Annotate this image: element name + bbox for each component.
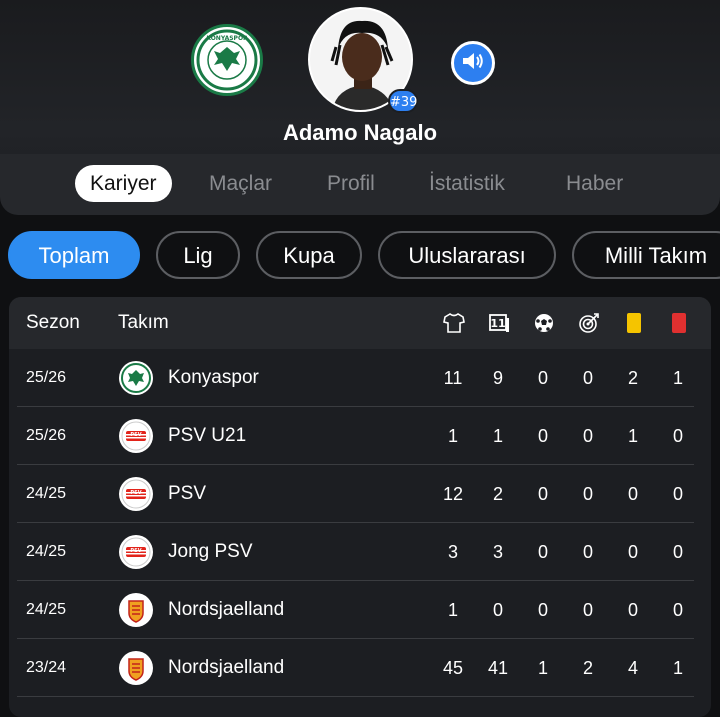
row-stat-substitution: 41 bbox=[487, 658, 509, 678]
row-stat-target: 2 bbox=[582, 658, 593, 678]
tab-profil[interactable]: Profil bbox=[327, 165, 375, 202]
row-stat-red-card: 1 bbox=[672, 368, 683, 388]
substitution-icon: 11 bbox=[488, 312, 510, 334]
row-stat-ball: 0 bbox=[537, 542, 548, 562]
row-stat-jersey: 1 bbox=[447, 426, 458, 446]
filter-kupa[interactable]: Kupa bbox=[256, 231, 362, 279]
row-stat-substitution: 1 bbox=[492, 426, 503, 446]
psv-crest-icon: PSV bbox=[119, 419, 153, 453]
row-stat-jersey: 1 bbox=[447, 600, 458, 620]
row-stat-substitution: 2 bbox=[492, 484, 503, 504]
konyaspor-crest-icon[interactable]: KONYASPOR bbox=[191, 24, 263, 96]
svg-text:11: 11 bbox=[490, 317, 505, 330]
row-stat-yellow-card: 2 bbox=[627, 368, 638, 388]
row-club-name: PSV bbox=[168, 483, 207, 504]
speaker-icon bbox=[461, 50, 485, 76]
row-stat-substitution: 3 bbox=[492, 542, 503, 562]
row-season: 25/26 bbox=[26, 427, 67, 444]
sound-button[interactable] bbox=[451, 41, 495, 85]
filter-uluslararasi[interactable]: Uluslararası bbox=[378, 231, 556, 279]
career-table: Sezon Takım 11 25/26 Konyaspor 11 9 0 0 2 1 25/2… bbox=[9, 297, 711, 717]
row-season: 24/25 bbox=[26, 601, 67, 618]
row-stat-jersey: 11 bbox=[443, 368, 463, 388]
row-stat-substitution: 9 bbox=[492, 368, 503, 388]
row-season: 25/26 bbox=[26, 369, 67, 386]
svg-text:PSV: PSV bbox=[130, 490, 141, 496]
nordsjaelland-crest-icon bbox=[119, 651, 153, 685]
header-season: Sezon bbox=[26, 312, 80, 333]
row-stat-red-card: 0 bbox=[672, 600, 683, 620]
target-icon bbox=[578, 312, 600, 334]
jersey-icon bbox=[443, 312, 465, 334]
row-stat-target: 0 bbox=[582, 600, 593, 620]
row-stat-ball: 1 bbox=[537, 658, 548, 678]
row-stat-yellow-card: 1 bbox=[627, 426, 638, 446]
filter-milli-takim[interactable]: Milli Takım bbox=[572, 231, 720, 279]
tab-kariyer[interactable]: Kariyer bbox=[75, 165, 172, 202]
row-season: 23/24 bbox=[26, 659, 67, 676]
table-row[interactable]: 24/25 Nordsjaelland 1 0 0 0 0 0 bbox=[9, 581, 711, 639]
header-team: Takım bbox=[118, 312, 169, 333]
table-row[interactable]: 25/26 PSV PSV U21 1 1 0 0 1 0 bbox=[9, 407, 711, 465]
row-stat-yellow-card: 0 bbox=[627, 600, 638, 620]
row-stat-red-card: 1 bbox=[672, 658, 683, 678]
row-club-name: Nordsjaelland bbox=[168, 599, 285, 620]
row-stat-ball: 0 bbox=[537, 600, 548, 620]
row-divider bbox=[17, 696, 694, 697]
psv-crest-icon: PSV bbox=[119, 477, 153, 511]
table-row[interactable]: 25/26 Konyaspor 11 9 0 0 2 1 bbox=[9, 349, 711, 407]
row-club-name: Jong PSV bbox=[168, 541, 253, 562]
svg-text:KONYASPOR: KONYASPOR bbox=[206, 35, 248, 42]
row-stat-jersey: 45 bbox=[442, 658, 464, 678]
row-club-name: Konyaspor bbox=[168, 367, 259, 388]
tab-haber[interactable]: Haber bbox=[566, 165, 623, 202]
ball-icon bbox=[533, 312, 555, 334]
row-stat-target: 0 bbox=[582, 484, 593, 504]
player-name: Adamo Nagalo bbox=[282, 120, 438, 145]
tab-bar: Kariyer Maçlar Profil İstatistik Haber bbox=[0, 154, 720, 215]
jersey-number-badge: #39 bbox=[388, 89, 418, 113]
row-stat-red-card: 0 bbox=[672, 426, 683, 446]
row-stat-yellow-card: 0 bbox=[627, 484, 638, 504]
row-stat-yellow-card: 4 bbox=[627, 658, 638, 678]
row-stat-red-card: 0 bbox=[672, 484, 683, 504]
table-row[interactable]: 24/25 PSV PSV 12 2 0 0 0 0 bbox=[9, 465, 711, 523]
row-stat-ball: 0 bbox=[537, 426, 548, 446]
row-season: 24/25 bbox=[26, 485, 67, 502]
konyaspor-crest-icon bbox=[119, 361, 153, 395]
row-club-name: PSV U21 bbox=[168, 425, 247, 446]
table-row[interactable]: 23/24 Nordsjaelland 45 41 1 2 4 1 bbox=[9, 639, 711, 697]
row-stat-red-card: 0 bbox=[672, 542, 683, 562]
row-season: 24/25 bbox=[26, 543, 67, 560]
row-stat-ball: 0 bbox=[537, 368, 548, 388]
nordsjaelland-crest-icon bbox=[119, 593, 153, 627]
row-stat-substitution: 0 bbox=[492, 600, 503, 620]
row-club-name: Nordsjaelland bbox=[168, 657, 285, 678]
row-stat-ball: 0 bbox=[537, 484, 548, 504]
table-row[interactable]: 24/25 PSV Jong PSV 3 3 0 0 0 0 bbox=[9, 523, 711, 581]
red-card-icon bbox=[668, 312, 690, 334]
psv-crest-icon: PSV bbox=[119, 535, 153, 569]
row-stat-target: 0 bbox=[582, 542, 593, 562]
player-header: KONYASPOR #39 Adamo Nagalo Kariyer Maçla… bbox=[0, 0, 720, 215]
table-header: Sezon Takım 11 bbox=[9, 297, 711, 349]
tab-maclar[interactable]: Maçlar bbox=[209, 165, 272, 202]
yellow-card-icon bbox=[623, 312, 645, 334]
filter-toplam[interactable]: Toplam bbox=[8, 231, 140, 279]
row-stat-target: 0 bbox=[582, 368, 593, 388]
filter-lig[interactable]: Lig bbox=[156, 231, 240, 279]
row-stat-jersey: 3 bbox=[447, 542, 458, 562]
row-stat-target: 0 bbox=[582, 426, 593, 446]
row-stat-yellow-card: 0 bbox=[627, 542, 638, 562]
row-stat-jersey: 12 bbox=[442, 484, 464, 504]
tab-istatistik[interactable]: İstatistik bbox=[429, 165, 505, 202]
svg-text:PSV: PSV bbox=[130, 432, 141, 438]
svg-text:PSV: PSV bbox=[130, 548, 141, 554]
